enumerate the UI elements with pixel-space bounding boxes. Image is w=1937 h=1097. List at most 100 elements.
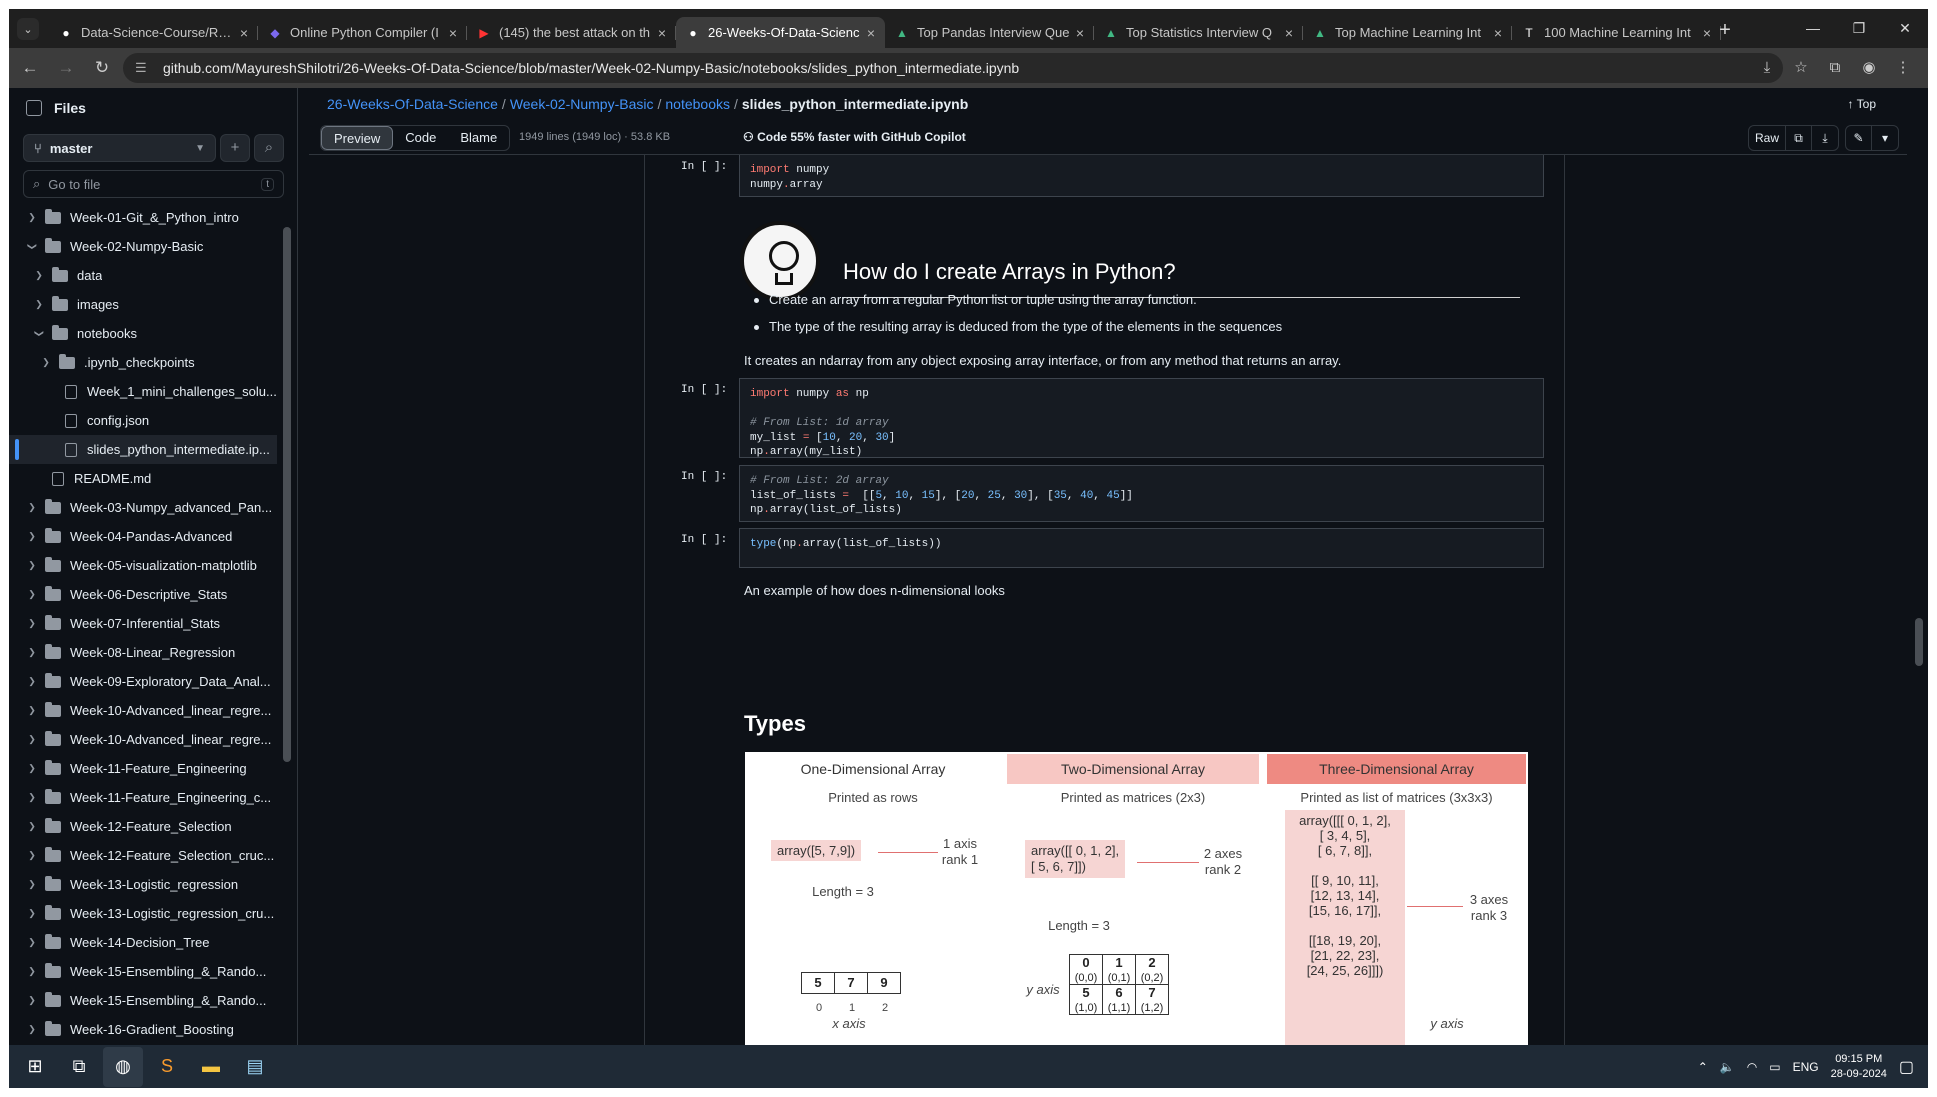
page-scrollbar[interactable]: [1909, 88, 1928, 1045]
chevron-down-icon[interactable]: ▾: [1872, 126, 1898, 150]
close-icon[interactable]: ×: [1494, 25, 1502, 41]
close-window-button[interactable]: ✕: [1882, 9, 1928, 48]
tree-item[interactable]: ❯ notebooks: [9, 319, 277, 348]
chevron-right-icon[interactable]: ❯: [32, 299, 46, 310]
chevron-right-icon[interactable]: ❯: [25, 676, 39, 687]
reload-button[interactable]: ↻: [87, 53, 117, 83]
branch-selector[interactable]: ⑂ master ▼: [23, 134, 216, 162]
tree-item[interactable]: ❯ Week-16-Gradient_Boosting: [9, 1015, 277, 1043]
tree-item[interactable]: ❯ Week-11-Feature_Engineering: [9, 754, 277, 783]
chevron-right-icon[interactable]: ❯: [39, 357, 53, 368]
install-app-icon[interactable]: ⤓: [1752, 53, 1782, 83]
extensions-icon[interactable]: ⧉: [1820, 53, 1850, 83]
code-cell[interactable]: type(np.array(list_of_lists)): [739, 528, 1544, 568]
battery-icon[interactable]: ▭: [1769, 1060, 1780, 1074]
chevron-down-icon[interactable]: ❯: [27, 240, 38, 254]
language-indicator[interactable]: ENG: [1793, 1060, 1819, 1074]
close-icon[interactable]: ×: [1076, 25, 1084, 41]
wifi-icon[interactable]: ◠: [1747, 1060, 1757, 1074]
chevron-right-icon[interactable]: ❯: [25, 937, 39, 948]
browser-tab[interactable]: ▶ (145) the best attack on th ×: [467, 17, 676, 48]
tree-item[interactable]: ❯ Week-03-Numpy_advanced_Pan...: [9, 493, 277, 522]
tree-item[interactable]: ❯ Week-11-Feature_Engineering_c...: [9, 783, 277, 812]
chevron-right-icon[interactable]: ❯: [25, 560, 39, 571]
tree-scrollbar[interactable]: [281, 219, 293, 1029]
browser-tab[interactable]: ▲ Top Statistics Interview Q ×: [1094, 17, 1303, 48]
raw-button[interactable]: Raw: [1749, 126, 1786, 150]
sublime-icon[interactable]: S: [147, 1047, 187, 1087]
browser-tab[interactable]: ▲ Top Pandas Interview Que ×: [885, 17, 1094, 48]
tree-item[interactable]: slides_python_intermediate.ip...: [9, 435, 277, 464]
task-view-icon[interactable]: ⧉: [59, 1047, 99, 1087]
tree-item[interactable]: ❯ Week-10-Advanced_linear_regre...: [9, 696, 277, 725]
chevron-right-icon[interactable]: ❯: [25, 763, 39, 774]
tree-item[interactable]: ❯ Week-14-Decision_Tree: [9, 928, 277, 957]
chevron-right-icon[interactable]: ❯: [25, 908, 39, 919]
collapse-panel-icon[interactable]: [26, 100, 42, 116]
tree-item[interactable]: ❯ Week-09-Exploratory_Data_Anal...: [9, 667, 277, 696]
file-explorer-icon[interactable]: ▬: [191, 1047, 231, 1087]
windows-start-icon[interactable]: ⊞: [15, 1047, 55, 1087]
tab-code[interactable]: Code: [393, 126, 448, 150]
chrome-menu-icon[interactable]: ⋮: [1888, 53, 1918, 83]
new-tab-button[interactable]: +: [1712, 17, 1738, 43]
tree-item[interactable]: ❯ Week-07-Inferential_Stats: [9, 609, 277, 638]
add-file-button[interactable]: +: [220, 134, 250, 162]
chevron-right-icon[interactable]: ❯: [25, 618, 39, 629]
chevron-right-icon[interactable]: ❯: [25, 966, 39, 977]
tree-item[interactable]: ❯ Week-13-Logistic_regression: [9, 870, 277, 899]
tree-item[interactable]: ❯ images: [9, 290, 277, 319]
breadcrumb-notebooks[interactable]: notebooks: [665, 96, 730, 112]
tree-item[interactable]: README.md: [9, 464, 277, 493]
go-to-file-input[interactable]: ⌕ Go to file t: [23, 170, 284, 198]
tree-item[interactable]: Week_1_mini_challenges_solu...: [9, 377, 277, 406]
copilot-promo[interactable]: ⚇ Code 55% faster with GitHub Copilot: [743, 130, 966, 144]
chevron-right-icon[interactable]: ❯: [25, 792, 39, 803]
chevron-right-icon[interactable]: ❯: [25, 647, 39, 658]
tree-item[interactable]: ❯ Week-12-Feature_Selection: [9, 812, 277, 841]
code-cell[interactable]: # From List: 2d array list_of_lists = [[…: [739, 465, 1544, 522]
tab-search-button[interactable]: ⌄: [17, 18, 39, 40]
chrome-icon[interactable]: ◍: [103, 1046, 143, 1087]
chevron-right-icon[interactable]: ❯: [25, 531, 39, 542]
search-icon[interactable]: ⌕: [254, 134, 284, 162]
download-icon[interactable]: ⤓: [1812, 126, 1838, 150]
browser-tab[interactable]: ◆ Online Python Compiler (I ×: [258, 17, 467, 48]
chevron-right-icon[interactable]: ❯: [25, 705, 39, 716]
copy-icon[interactable]: ⧉: [1786, 126, 1812, 150]
chevron-down-icon[interactable]: ❯: [34, 327, 45, 341]
restore-button[interactable]: ❐: [1836, 9, 1882, 48]
tree-item[interactable]: ❯ Week-13-Logistic_regression_cru...: [9, 899, 277, 928]
address-bar[interactable]: ☰ github.com/MayureshShilotri/26-Weeks-O…: [123, 53, 1783, 83]
browser-tab[interactable]: T 100 Machine Learning Int ×: [1512, 17, 1721, 48]
chevron-right-icon[interactable]: ❯: [32, 270, 46, 281]
close-icon[interactable]: ×: [449, 25, 457, 41]
back-button[interactable]: ←: [15, 53, 45, 83]
tree-item[interactable]: ❯ Week-12-Feature_Selection_cruc...: [9, 841, 277, 870]
tab-preview[interactable]: Preview: [321, 126, 394, 150]
chevron-right-icon[interactable]: ❯: [25, 1024, 39, 1035]
tree-item[interactable]: ❯ Week-02-Numpy-Basic: [9, 232, 277, 261]
notifications-icon[interactable]: ▢: [1899, 1057, 1914, 1077]
tree-item[interactable]: config.json: [9, 406, 277, 435]
edit-pencil-icon[interactable]: ✎: [1846, 126, 1872, 150]
tree-item[interactable]: ❯ Week-01-Git_&_Python_intro: [9, 203, 277, 232]
code-cell[interactable]: import numpy numpy.array: [739, 155, 1544, 197]
top-button[interactable]: ↑ Top: [1848, 97, 1876, 111]
close-icon[interactable]: ×: [1703, 25, 1711, 41]
close-icon[interactable]: ×: [240, 25, 248, 41]
clock[interactable]: 09:15 PM 28-09-2024: [1831, 1052, 1887, 1082]
minimize-button[interactable]: —: [1790, 9, 1836, 48]
browser-tab[interactable]: ● 26-Weeks-Of-Data-Scienc ×: [676, 17, 885, 48]
tree-item[interactable]: ❯ Week-15-Ensembling_&_Rando...: [9, 957, 277, 986]
close-icon[interactable]: ×: [658, 25, 666, 41]
chevron-right-icon[interactable]: ❯: [25, 821, 39, 832]
breadcrumb-repo[interactable]: 26-Weeks-Of-Data-Science: [327, 96, 498, 112]
browser-tab[interactable]: ▲ Top Machine Learning Int ×: [1303, 17, 1512, 48]
notepad-icon[interactable]: ▤: [235, 1047, 275, 1087]
profile-avatar[interactable]: ◉: [1854, 53, 1884, 83]
chevron-right-icon[interactable]: ❯: [25, 212, 39, 223]
close-icon[interactable]: ×: [1285, 25, 1293, 41]
browser-tab[interactable]: ● Data-Science-Course/REA ×: [49, 17, 258, 48]
volume-icon[interactable]: 🔈: [1720, 1060, 1735, 1074]
